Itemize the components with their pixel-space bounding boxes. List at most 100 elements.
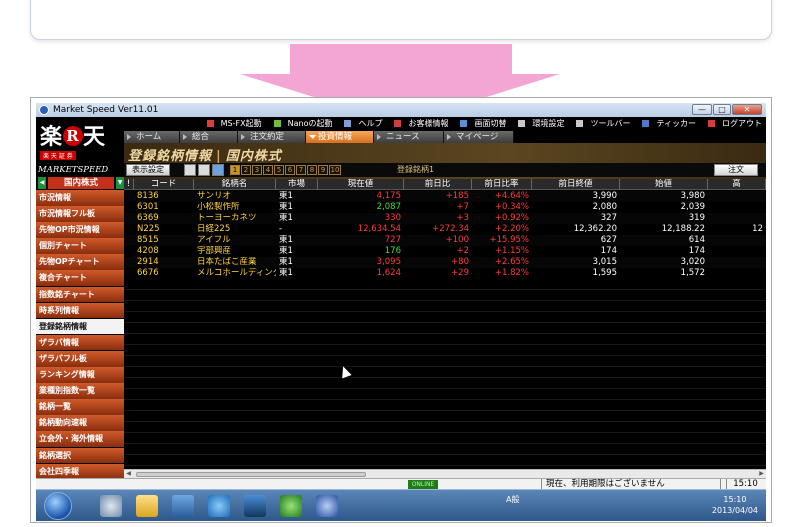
sidebar-item[interactable]: 市況情報 bbox=[36, 190, 124, 206]
sidebar-item[interactable]: 先物OPチャート bbox=[36, 254, 124, 270]
table-row[interactable]: N225 日経225 - 12,634.54 +272.34 +2.20% 12,362.2… bbox=[124, 224, 766, 235]
page-button[interactable]: 10 bbox=[329, 165, 341, 175]
toolbar-item[interactable]: ツールバー bbox=[570, 119, 630, 128]
toolbar-item[interactable]: ログアウト bbox=[702, 119, 762, 128]
tab-5[interactable]: マイページ bbox=[444, 131, 514, 143]
table-row[interactable]: 4208 宇部興産 東1 176 +2 +1.15% 174 174 bbox=[124, 246, 766, 257]
sidebar-item[interactable]: ランキング情報 bbox=[36, 367, 124, 383]
page-button[interactable]: 1 bbox=[230, 165, 240, 175]
tab-2[interactable]: 注文約定 bbox=[238, 131, 306, 143]
table-cell: 12,188.22 bbox=[661, 224, 705, 234]
table-cell: 319 bbox=[688, 213, 705, 223]
page-button[interactable]: 9 bbox=[318, 165, 328, 175]
green-app-icon[interactable] bbox=[280, 495, 302, 517]
page-button[interactable]: 4 bbox=[263, 165, 273, 175]
app-icon bbox=[39, 105, 49, 115]
sidebar-item[interactable]: 銘柄選択 bbox=[36, 447, 124, 464]
sidebar-item[interactable]: 個別チャート bbox=[36, 238, 124, 254]
column-header[interactable]: 前日比 bbox=[404, 179, 472, 190]
copy-icon[interactable] bbox=[198, 164, 210, 176]
table-row[interactable]: 6369 トーヨーカネツ 東1 330 +3 +0.92% 327 319 bbox=[124, 213, 766, 224]
app-bar-icon[interactable] bbox=[244, 495, 266, 517]
display-settings-button[interactable]: 表示設定 bbox=[126, 164, 170, 176]
sidebar-item[interactable]: ザラバフル板 bbox=[36, 350, 124, 367]
maximize-button[interactable]: □ bbox=[713, 104, 731, 115]
chart-icon[interactable] bbox=[212, 164, 224, 176]
tab-4[interactable]: ニュース bbox=[374, 131, 444, 143]
tab-3[interactable]: 投資情報 bbox=[306, 131, 374, 143]
sidebar-item[interactable]: 会社四季報 bbox=[36, 463, 124, 480]
table-cell bbox=[124, 191, 134, 202]
column-header[interactable]: 前日比率 bbox=[472, 179, 532, 190]
start-button[interactable] bbox=[44, 492, 72, 520]
table-row[interactable]: 8136 サンリオ 東1 4,175 +185 +4.64% 3,990 3,980 bbox=[124, 191, 766, 202]
taskbar-clock[interactable]: 15:10 2013/04/04 bbox=[712, 494, 758, 516]
horizontal-scrollbar[interactable]: ◀ ▶ bbox=[124, 469, 766, 478]
sidebar-item[interactable]: 銘柄一覧 bbox=[36, 399, 124, 415]
toolbar-item[interactable]: 画面切替 bbox=[454, 119, 506, 128]
grid-line bbox=[124, 279, 766, 290]
column-header[interactable]: コード bbox=[134, 179, 194, 190]
table-row[interactable]: 2914 日本たばこ産業 東1 3,095 +80 +2.65% 3,015 3,020 bbox=[124, 257, 766, 268]
sidebar-item[interactable]: 業種別指数一覧 bbox=[36, 383, 124, 399]
sidebar-item[interactable]: 複合チャート bbox=[36, 270, 124, 287]
save-icon[interactable] bbox=[184, 164, 196, 176]
table-cell bbox=[708, 213, 766, 224]
page-button[interactable]: 8 bbox=[307, 165, 317, 175]
table-row[interactable]: 6676 メルコホールディング 東1 1,624 +29 +1.82% 1,595 1,572 bbox=[124, 268, 766, 279]
ime-indicator[interactable]: A般 bbox=[506, 495, 519, 504]
scroll-right-icon[interactable]: ▶ bbox=[757, 470, 766, 478]
table-cell: メルコホールディング bbox=[197, 268, 276, 278]
table-row[interactable]: 8515 アイフル 東1 727 +100 +15.95% 627 614 bbox=[124, 235, 766, 246]
order-button[interactable]: 注文 bbox=[714, 164, 758, 176]
toolbar-item[interactable]: MS-FX起動 bbox=[201, 119, 262, 128]
market-select[interactable]: 国内株式 bbox=[48, 177, 114, 189]
prev-market-icon[interactable]: ◀ bbox=[38, 177, 46, 189]
grid-line bbox=[124, 389, 766, 400]
column-header[interactable]: ! bbox=[124, 179, 134, 190]
market-dropdown-icon[interactable]: ▼ bbox=[116, 177, 124, 189]
sidebar-item[interactable]: 時系列情報 bbox=[36, 302, 124, 319]
market-speed-task-icon[interactable] bbox=[316, 495, 338, 517]
column-header[interactable]: 市場 bbox=[276, 179, 318, 190]
tab-0[interactable]: ホーム bbox=[124, 131, 180, 143]
market-speed-window: Market Speed Ver11.01 — □ ✕ 楽R天 楽 天 証 券 … bbox=[36, 103, 766, 521]
sidebar-item[interactable]: 銘柄動向速報 bbox=[36, 415, 124, 431]
scroll-left-icon[interactable]: ◀ bbox=[124, 470, 133, 478]
table-row[interactable]: 6301 小松製作所 東1 2,087 +7 +0.34% 2,080 2,039 bbox=[124, 202, 766, 213]
sidebar-item[interactable]: ザラバ情報 bbox=[36, 334, 124, 351]
column-header[interactable]: 高 bbox=[708, 179, 766, 190]
network-icon[interactable] bbox=[100, 495, 122, 517]
toolbar-item-icon bbox=[642, 120, 650, 127]
column-header[interactable]: 前日終値 bbox=[532, 179, 620, 190]
sidebar-item[interactable]: 指数銘チャート bbox=[36, 286, 124, 303]
page-button[interactable]: 2 bbox=[241, 165, 251, 175]
toolbar-item[interactable]: ティッカー bbox=[636, 119, 696, 128]
scrollbar-thumb[interactable] bbox=[136, 472, 366, 477]
sidebar-item[interactable]: 立会外・海外情報 bbox=[36, 431, 124, 447]
sidebar-item[interactable]: 先物OP市況情報 bbox=[36, 222, 124, 238]
folder-icon[interactable] bbox=[136, 495, 158, 517]
media-player-icon[interactable] bbox=[172, 495, 194, 517]
sidebar-item[interactable]: 市況情報フル板 bbox=[36, 206, 124, 222]
table-cell: 2,087 bbox=[376, 202, 401, 212]
toolbar-item[interactable]: お客様情報 bbox=[388, 119, 448, 128]
sidebar-item[interactable]: 登録銘柄情報 bbox=[36, 318, 124, 335]
table-cell: 174 bbox=[688, 246, 705, 256]
page-button[interactable]: 7 bbox=[296, 165, 306, 175]
column-header[interactable]: 現在値 bbox=[318, 179, 404, 190]
page-button[interactable]: 5 bbox=[274, 165, 284, 175]
column-header[interactable]: 銘柄名 bbox=[194, 179, 276, 190]
toolbar-item[interactable]: 環境設定 bbox=[512, 119, 564, 128]
toolbar-item[interactable]: Nanoの起動 bbox=[268, 119, 332, 128]
page-button[interactable]: 3 bbox=[252, 165, 262, 175]
table-cell bbox=[124, 224, 134, 235]
toolbar-item[interactable]: ヘルプ bbox=[338, 119, 382, 128]
tab-1[interactable]: 総合 bbox=[180, 131, 238, 143]
minimize-button[interactable]: — bbox=[692, 104, 712, 115]
column-header[interactable]: 始値 bbox=[620, 179, 708, 190]
close-button[interactable]: ✕ bbox=[732, 104, 762, 115]
toolbar-item-label: 画面切替 bbox=[474, 119, 507, 128]
browser-icon[interactable] bbox=[208, 495, 230, 517]
page-button[interactable]: 6 bbox=[285, 165, 295, 175]
